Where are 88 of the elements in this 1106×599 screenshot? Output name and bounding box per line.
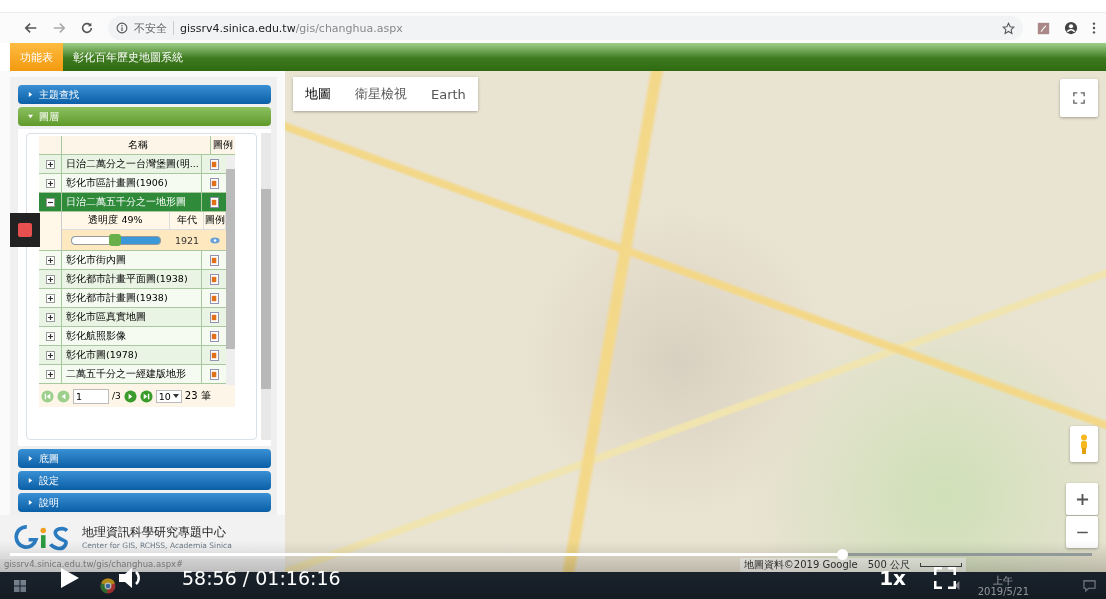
caret-icon — [28, 92, 33, 97]
legend-icon[interactable] — [209, 273, 219, 285]
security-label: 不安全 — [134, 20, 167, 36]
legend-icon[interactable] — [209, 311, 219, 323]
caret-icon — [28, 456, 33, 461]
stop-recording-button[interactable] — [10, 213, 40, 247]
accordion-header[interactable]: 說明 — [18, 493, 271, 512]
caret-icon — [28, 114, 33, 119]
year-value: 1921 — [170, 230, 204, 250]
zoom-in-button[interactable] — [1066, 483, 1098, 515]
expand-icon[interactable] — [45, 159, 55, 169]
map-attribution: 地圖資料©2019 Google — [743, 558, 858, 572]
slider-thumb[interactable] — [109, 233, 122, 246]
taskbar-clock[interactable]: 上午 2019/5/21 — [977, 574, 1029, 597]
app-title: 彰化百年歷史地圖系統 — [72, 49, 183, 66]
layer-row[interactable]: 彰化航照影像 — [39, 327, 226, 346]
dropdown-icon — [172, 394, 179, 398]
forward-icon[interactable] — [52, 21, 66, 35]
column-header: 圖例 — [212, 138, 234, 152]
caret-icon — [28, 478, 33, 483]
scrollbar[interactable] — [261, 133, 271, 440]
layer-row[interactable]: 日治二萬五千分之一地形圖 — [39, 193, 226, 212]
fullscreen-button[interactable] — [1060, 79, 1098, 117]
progress-handle[interactable] — [837, 549, 849, 560]
scrollbar[interactable] — [226, 155, 235, 385]
expand-icon[interactable] — [45, 255, 55, 265]
eye-icon[interactable] — [210, 236, 220, 244]
layer-row[interactable]: 日治二萬分之一台灣堡圖(明... — [39, 155, 226, 174]
plus-icon — [1075, 492, 1089, 506]
legend-icon[interactable] — [209, 349, 219, 361]
page-size-select[interactable]: 10 — [155, 389, 182, 403]
legend-icon[interactable] — [209, 254, 219, 266]
accordion-header[interactable]: 主題查找 — [18, 85, 271, 104]
menu-icon[interactable] — [1092, 21, 1096, 35]
legend-icon[interactable] — [209, 292, 219, 304]
collapse-icon[interactable] — [45, 197, 55, 207]
page-count: /3 — [112, 391, 121, 401]
organization-name: 地理資訊科學研究專題中心 — [82, 524, 227, 541]
url-text: gissrv4.sinica.edu.tw/gis/changhua.aspx — [180, 21, 403, 35]
expand-icon[interactable] — [45, 331, 55, 341]
map-type-tab[interactable]: Earth — [419, 77, 478, 111]
expand-icon[interactable] — [45, 350, 55, 360]
layer-row[interactable]: 彰化市區真實地圖 — [39, 308, 226, 327]
layer-row[interactable]: 二萬五千分之一經建版地形 — [39, 365, 226, 384]
legend-icon[interactable] — [209, 330, 219, 342]
star-icon[interactable] — [1002, 21, 1015, 35]
profile-icon[interactable] — [1064, 21, 1078, 35]
map-type-tab[interactable]: 衛星檢視 — [343, 77, 419, 111]
address-bar[interactable]: 不安全 gissrv4.sinica.edu.tw/gis/changhua.aspx — [108, 16, 1023, 40]
column-header: 名稱 — [61, 136, 211, 154]
expand-icon[interactable] — [45, 293, 55, 303]
windows-start-icon[interactable] — [14, 579, 26, 592]
fullscreen-icon[interactable] — [934, 566, 956, 589]
info-icon — [116, 22, 128, 34]
pdf-extension-icon[interactable] — [1037, 21, 1050, 35]
layer-row[interactable]: 彰化市圖(1978) — [39, 346, 226, 365]
back-icon[interactable] — [24, 21, 38, 35]
minus-icon — [1075, 530, 1089, 534]
status-url: gissrv4.sinica.edu.tw/gis/changhua.aspx# — [0, 559, 285, 572]
reload-icon[interactable] — [80, 21, 94, 35]
legend-icon[interactable] — [209, 177, 219, 189]
legend-icon[interactable] — [209, 158, 219, 170]
expand-icon[interactable] — [45, 312, 55, 322]
accordion-header[interactable]: 設定 — [18, 471, 271, 490]
expand-icon[interactable] — [45, 274, 55, 284]
opacity-slider[interactable] — [71, 235, 161, 245]
layer-row[interactable]: 彰化市區計畫圖(1906) — [39, 174, 226, 193]
fullscreen-icon — [1073, 92, 1085, 104]
record-count: 23 筆 — [184, 389, 211, 403]
map-type-tab[interactable]: 地圖 — [293, 77, 343, 111]
street-view-button[interactable] — [1070, 426, 1098, 462]
legend-icon[interactable] — [209, 368, 219, 380]
layer-row[interactable]: 彰化市街內圖 — [39, 251, 226, 270]
notification-icon[interactable] — [1083, 579, 1096, 592]
scale-bar — [920, 563, 962, 567]
accordion-header[interactable]: 底圖 — [18, 449, 271, 468]
legend-icon[interactable] — [209, 196, 219, 208]
last-page-icon[interactable] — [139, 389, 153, 403]
expand-icon[interactable] — [45, 369, 55, 379]
expand-icon[interactable] — [45, 178, 55, 188]
map-scale-label: 500 公尺 — [867, 558, 910, 571]
person-icon — [1079, 434, 1089, 454]
next-page-icon[interactable] — [123, 389, 137, 403]
page-input[interactable]: 1 — [73, 388, 109, 404]
layer-row[interactable]: 彰化都市計畫圖(1938) — [39, 289, 226, 308]
caret-icon — [28, 500, 33, 505]
browser-app-icon[interactable] — [100, 577, 116, 594]
layer-row[interactable]: 彰化都市計畫平面圖(1938) — [39, 270, 226, 289]
